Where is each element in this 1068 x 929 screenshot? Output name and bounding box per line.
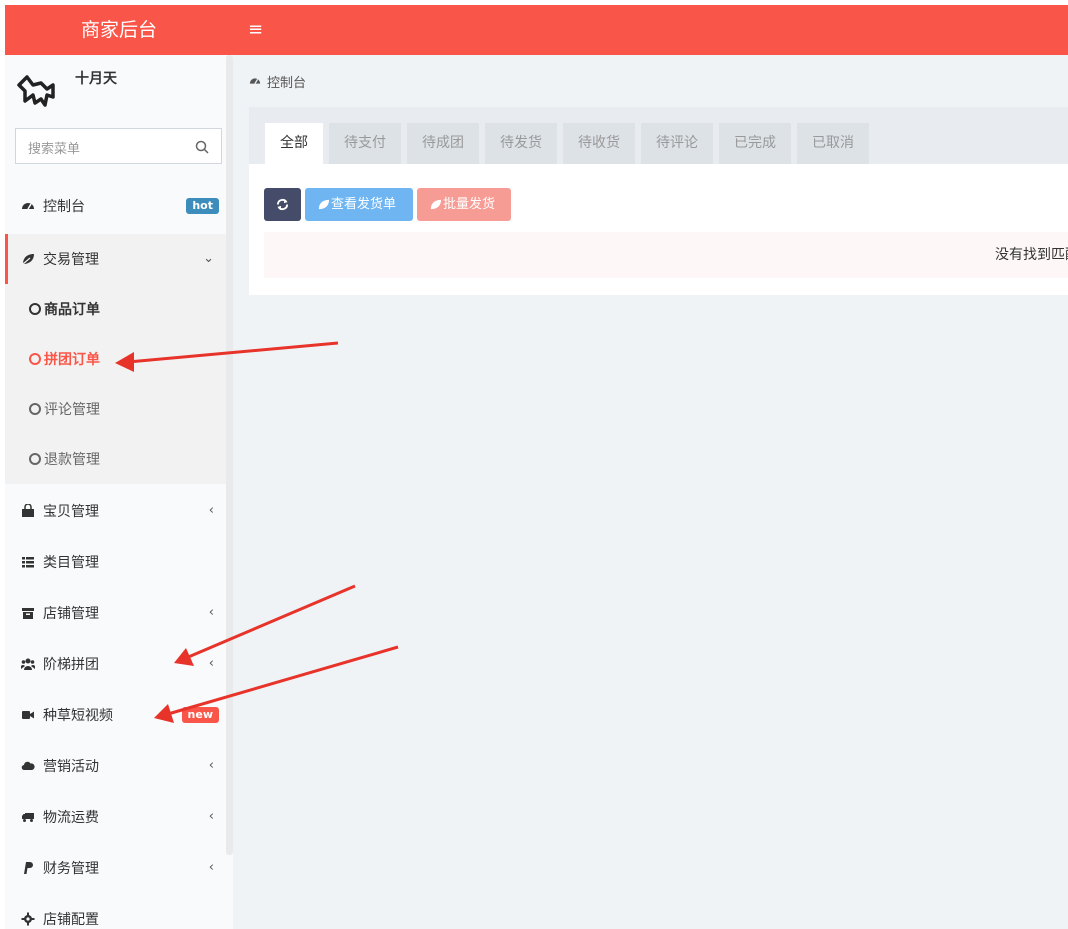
submenu-item-label: 评论管理 <box>44 402 100 418</box>
hamburger-icon[interactable]: ≡ <box>248 5 263 55</box>
gear-icon <box>21 912 35 926</box>
empty-text-clip: 没有找到匹配的记录 <box>995 232 1068 278</box>
dog-logo-icon <box>17 75 55 107</box>
chevron-left-icon: ‹ <box>208 809 214 824</box>
submenu-item-product-orders[interactable]: 商品订单 <box>5 284 226 334</box>
chevron-left-icon: ‹ <box>208 860 214 875</box>
brand-title[interactable]: 商家后台 <box>5 5 233 55</box>
tab-pending-review[interactable]: 待评论 <box>641 123 713 164</box>
leaf-icon <box>22 254 34 265</box>
tab-pending-shipment[interactable]: 待发货 <box>485 123 557 164</box>
archive-icon <box>22 608 34 619</box>
truck-icon <box>22 813 34 822</box>
sidebar-item-products[interactable]: 宝贝管理 ‹ <box>5 486 226 536</box>
sidebar-item-short-video[interactable]: 种草短视频 new <box>5 690 226 740</box>
cloud-icon <box>21 761 35 771</box>
sidebar-item-label: 财务管理 <box>43 861 99 877</box>
dashboard-icon <box>249 78 261 84</box>
sidebar-item-marketing[interactable]: 营销活动 ‹ <box>5 741 226 791</box>
breadcrumb[interactable]: 控制台 <box>267 72 306 91</box>
circle-icon <box>29 403 41 415</box>
sidebar-item-categories[interactable]: 类目管理 <box>5 537 226 587</box>
chevron-left-icon: ‹ <box>208 503 214 518</box>
sidebar-scrollbar[interactable] <box>226 55 233 855</box>
empty-table-row: 没有找到匹配的记录 <box>264 232 1068 278</box>
sidebar-item-tiered-group[interactable]: 阶梯拼团 ‹ <box>5 639 226 689</box>
circle-icon <box>29 453 41 465</box>
submenu-item-reviews[interactable]: 评论管理 <box>5 384 226 434</box>
new-badge: new <box>181 707 219 723</box>
sidebar-item-store[interactable]: 店铺管理 ‹ <box>5 588 226 638</box>
leaf-icon <box>430 199 442 210</box>
view-shipping-button[interactable]: 查看发货单 <box>305 188 413 221</box>
dashboard-icon <box>22 203 34 210</box>
tab-completed[interactable]: 已完成 <box>719 123 791 164</box>
order-status-tabs: 全部 待支付 待成团 待发货 待收货 待评论 已完成 已取消 <box>249 107 1068 164</box>
sidebar-item-trade[interactable]: 交易管理 ⌄ <box>5 234 226 284</box>
tab-all[interactable]: 全部 <box>265 123 323 164</box>
sidebar-item-label: 物流运费 <box>43 810 99 826</box>
sidebar-item-label: 营销活动 <box>43 759 99 775</box>
orders-panel: 全部 待支付 待成团 待发货 待收货 待评论 已完成 已取消 查看发货单 批量发… <box>249 107 1068 295</box>
search-placeholder: 搜索菜单 <box>28 142 81 157</box>
sidebar: 十月天 搜索菜单 控制台 hot 交易管理 ⌄ 商品订单 拼团订单 评论管理 退… <box>5 55 233 929</box>
submenu-item-label: 拼团订单 <box>44 352 100 368</box>
submenu-item-refunds[interactable]: 退款管理 <box>5 434 226 484</box>
sidebar-item-label: 店铺配置 <box>43 912 99 928</box>
chevron-left-icon: ‹ <box>208 605 214 620</box>
sidebar-item-dashboard[interactable]: 控制台 hot <box>5 181 226 231</box>
sidebar-item-label: 控制台 <box>43 199 85 215</box>
shopping-bag-icon <box>22 504 34 517</box>
search-input[interactable]: 搜索菜单 <box>15 128 222 164</box>
leaf-icon <box>318 199 330 210</box>
refresh-icon <box>276 198 289 211</box>
sidebar-item-finance[interactable]: 财务管理 ‹ <box>5 843 226 893</box>
top-navbar: 商家后台 ≡ <box>5 5 1068 55</box>
user-name: 十月天 <box>75 71 117 87</box>
search-icon[interactable] <box>195 140 209 154</box>
video-icon <box>22 711 34 719</box>
empty-table-text: 没有找到匹配的记录 <box>995 247 1068 263</box>
chevron-left-icon: ‹ <box>208 758 214 773</box>
tab-pending-payment[interactable]: 待支付 <box>329 123 401 164</box>
submenu-item-label: 商品订单 <box>44 302 100 318</box>
main-content: 控制台 全部 待支付 待成团 待发货 待收货 待评论 已完成 已取消 查看发货单 <box>233 55 1068 929</box>
submenu-item-label: 退款管理 <box>44 452 100 468</box>
sidebar-item-label: 阶梯拼团 <box>43 657 99 673</box>
tab-pending-group[interactable]: 待成团 <box>407 123 479 164</box>
paypal-icon <box>24 862 33 874</box>
circle-icon <box>29 353 41 365</box>
circle-icon <box>29 303 41 315</box>
refresh-button[interactable] <box>264 188 301 221</box>
submenu-item-group-orders[interactable]: 拼团订单 <box>5 334 226 384</box>
sidebar-item-label: 宝贝管理 <box>43 504 99 520</box>
list-icon <box>22 557 34 568</box>
sidebar-item-label: 交易管理 <box>43 252 99 268</box>
tab-pending-receipt[interactable]: 待收货 <box>563 123 635 164</box>
sidebar-item-label: 类目管理 <box>43 555 99 571</box>
hot-badge: hot <box>186 198 219 214</box>
batch-ship-button[interactable]: 批量发货 <box>417 188 511 221</box>
sidebar-item-logistics[interactable]: 物流运费 ‹ <box>5 792 226 842</box>
chevron-left-icon: ‹ <box>208 656 214 671</box>
batch-ship-label: 批量发货 <box>443 197 496 212</box>
chevron-down-icon: ⌄ <box>203 251 214 266</box>
tab-cancelled[interactable]: 已取消 <box>797 123 869 164</box>
sidebar-item-label: 种草短视频 <box>43 708 113 724</box>
sidebar-item-store-settings[interactable]: 店铺配置 <box>5 894 226 929</box>
view-shipping-label: 查看发货单 <box>331 197 397 212</box>
users-icon <box>21 658 35 670</box>
sidebar-item-label: 店铺管理 <box>43 606 99 622</box>
